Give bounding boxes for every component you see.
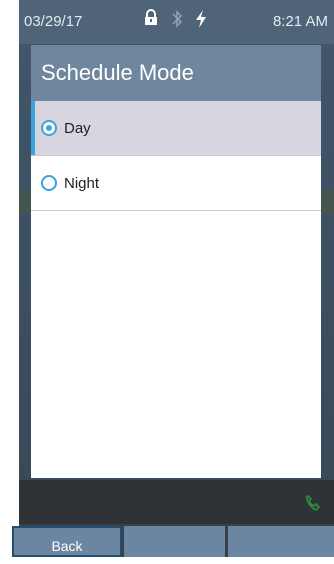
radio-unselected-icon[interactable] (41, 175, 57, 191)
dialog-title: Schedule Mode (31, 45, 321, 101)
phone-icon[interactable] (304, 494, 322, 517)
softkey-3[interactable] (228, 526, 334, 557)
status-bar: 03/29/17 8:21 AM (19, 0, 334, 44)
option-night[interactable]: Night (31, 156, 321, 211)
device-screen: 03/29/17 8:21 AM Schedule Mode Day Night (19, 0, 334, 557)
status-time: 8:21 AM (272, 13, 328, 30)
lock-icon (143, 9, 159, 31)
back-button[interactable]: Back (12, 526, 122, 557)
radio-selected-icon[interactable] (41, 120, 57, 136)
charging-bolt-icon (194, 9, 208, 33)
option-label-day: Day (64, 119, 91, 137)
option-label-night: Night (64, 174, 100, 192)
option-day[interactable]: Day (31, 101, 321, 156)
schedule-mode-dialog: Schedule Mode Day Night (31, 45, 321, 478)
softkey-bar: Back (0, 526, 334, 557)
bluetooth-icon (171, 9, 183, 33)
status-date: 03/29/17 (24, 13, 83, 30)
call-bar (19, 480, 334, 524)
softkey-2[interactable] (124, 526, 225, 557)
